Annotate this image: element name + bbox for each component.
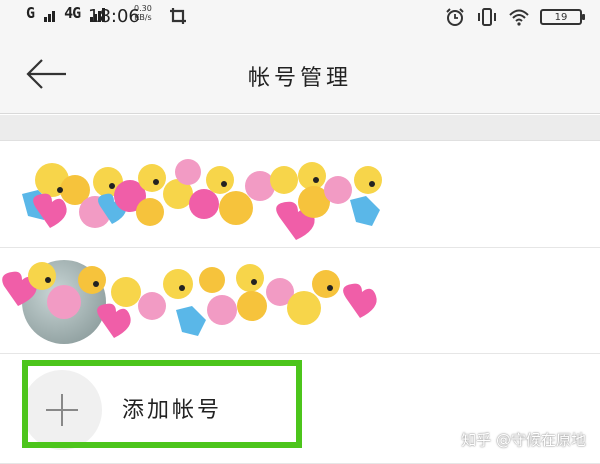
- network-type-1: G: [26, 4, 35, 22]
- wifi-icon: [509, 9, 529, 26]
- speed-unit: KB/s: [134, 13, 152, 22]
- network-type-2: 4G: [64, 4, 81, 22]
- network-speed: 0.30 KB/s: [134, 4, 152, 22]
- signal-bars-icon: [44, 4, 56, 22]
- app-header: 帐号管理: [0, 34, 600, 114]
- account-item-2[interactable]: [0, 248, 600, 354]
- section-divider: [0, 115, 600, 141]
- sticker-collage-image: [22, 159, 382, 240]
- page-title: 帐号管理: [247, 66, 352, 91]
- vibrate-icon: [478, 8, 496, 26]
- highlight-box: [22, 360, 302, 448]
- battery-icon: 19: [540, 9, 585, 25]
- account-item-1[interactable]: [0, 142, 600, 248]
- alarm-icon: [446, 8, 464, 26]
- speed-value: 0.30: [134, 4, 152, 13]
- screenshot-icon: [170, 8, 186, 24]
- avatar: [22, 260, 106, 344]
- battery-level: 19: [554, 11, 568, 23]
- watermark: 知乎 @守候在原地: [461, 431, 586, 449]
- status-bar: G 4G 18:06 0.30 KB/s 19: [0, 0, 600, 34]
- clock: 18:06: [88, 6, 140, 27]
